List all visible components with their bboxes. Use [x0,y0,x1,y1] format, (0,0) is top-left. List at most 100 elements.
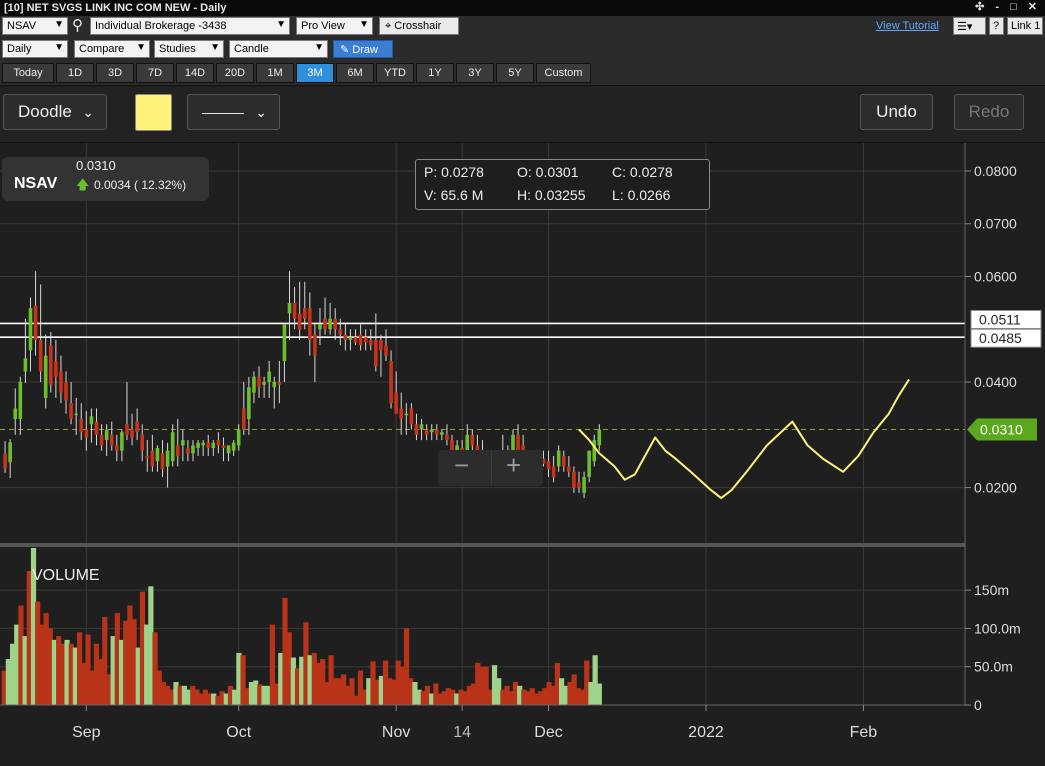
timeframe-3m[interactable]: 3M [296,63,334,83]
account-dropdown[interactable]: Individual Brokerage -3438 ▼ [90,17,290,35]
crosshair-icon: ⌖ [385,20,392,32]
timeframe-1m[interactable]: 1M [256,63,294,83]
timeframe-20d[interactable]: 20D [216,63,254,83]
price-tick-label: 0.0600 [974,269,1017,285]
timeframe-6m[interactable]: 6M [336,63,374,83]
candle-body [13,408,18,419]
horizontal-line-label: 0.0485 [979,330,1022,346]
chart-type-dropdown[interactable]: Candle ▼ [229,40,328,58]
candle-body [556,450,561,467]
candle-body [592,440,597,462]
candle-body [353,337,358,343]
candle-body [551,466,556,478]
time-tick-label: Sep [72,724,101,741]
ohlc-close: C: 0.0278 [612,164,673,180]
draw-button[interactable]: ✎ Draw [333,40,393,58]
help-button[interactable]: ? [989,17,1004,35]
candle-body [379,339,383,351]
compare-label: Compare [79,43,125,55]
timeframe-ytd[interactable]: YTD [376,63,414,83]
candle-body [79,418,84,433]
pane-separator [0,543,965,547]
menu-button[interactable]: ☰▾ [953,17,986,35]
ohlc-tooltip: P: 0.0278 O: 0.0301 C: 0.0278 V: 65.6 M … [415,159,710,210]
view-dropdown[interactable]: Pro View ▼ [296,17,373,35]
compare-dropdown[interactable]: Compare ▼ [74,40,150,58]
studies-label: Studies [159,43,196,55]
candle-body [287,302,292,314]
crosshair-button[interactable]: ⌖ Crosshair [379,17,459,35]
line-style-dropdown[interactable]: ——— ⌄ [187,94,280,130]
color-swatch[interactable] [135,94,172,131]
time-tick-label: Feb [850,724,878,741]
candle-body [160,453,165,470]
horizontal-line-label: 0.0511 [979,311,1021,327]
candle-body [135,421,139,433]
symbol-value: NSAV [7,20,37,32]
candle-body [221,445,226,449]
candle-body [23,358,28,372]
candle-body [89,416,94,425]
chevron-down-icon: ⌄ [255,104,267,120]
candle-body [150,450,155,467]
drawing-tool-dropdown[interactable]: Doodle ⌄ [3,94,107,130]
timeframe-5y[interactable]: 5Y [496,63,534,83]
candle-body [338,329,343,335]
candle-body [323,318,327,330]
period-value: Daily [7,43,32,55]
candle-body [206,442,211,449]
timeframe-3d[interactable]: 3D [96,63,134,83]
search-icon[interactable]: ⚲ [72,16,83,34]
studies-dropdown[interactable]: Studies ▼ [154,40,224,58]
candle-body [33,305,38,340]
candle-body [308,308,312,340]
zoom-out-button[interactable]: − [454,450,469,481]
chevron-down-icon: ▼ [54,19,64,30]
candle-body [3,453,7,469]
link-button[interactable]: Link 1 [1007,17,1043,35]
undo-button[interactable]: Undo [860,94,933,130]
candle-body [125,424,129,435]
candle-body [140,434,145,451]
candle-body [277,382,282,385]
volume-label: VOLUME [32,567,100,584]
view-tutorial-link[interactable]: View Tutorial [876,20,939,32]
candle-body [38,339,43,372]
zoom-divider [491,450,492,486]
quote-symbol: NSAV [14,175,58,192]
window-title: [10] NET SVGS LINK INC COM NEW - Daily [4,2,227,14]
timeframe-1d[interactable]: 1D [56,63,94,83]
chart-type-value: Candle [234,43,269,55]
candle-body [419,424,424,430]
candle-body [43,355,48,398]
candle-body [247,387,251,419]
candle-body [104,429,109,441]
candle-body [561,455,566,467]
candle-body [257,376,261,388]
crosshair-label: Crosshair [394,20,442,32]
symbol-input[interactable]: NSAV ▼ [2,17,68,35]
timeframe-custom[interactable]: Custom [536,63,591,83]
candle-body [262,382,266,385]
timeframe-3y[interactable]: 3Y [456,63,494,83]
window-controls[interactable]: ✣ - □ ✕ [975,0,1041,13]
redo-button[interactable]: Redo [954,94,1024,130]
candle-body [302,308,307,319]
chevron-down-icon: ▼ [210,42,220,53]
zoom-in-button[interactable]: + [506,450,521,481]
ohlc-high: H: 0.03255 [517,187,586,203]
candle-body [399,408,404,419]
candle-body [130,429,134,438]
candle-body [69,403,73,419]
timeframe-14d[interactable]: 14D [176,63,214,83]
candle-body [196,442,200,449]
period-dropdown[interactable]: Daily ▼ [2,40,68,58]
candle-body [99,434,104,446]
candle-body [313,334,317,356]
candle-body [374,339,378,367]
candle-body [236,429,241,446]
timeframe-7d[interactable]: 7D [136,63,174,83]
timeframe-today[interactable]: Today [2,63,54,83]
timeframe-1y[interactable]: 1Y [416,63,454,83]
last-price: 0.0310 [76,158,116,173]
